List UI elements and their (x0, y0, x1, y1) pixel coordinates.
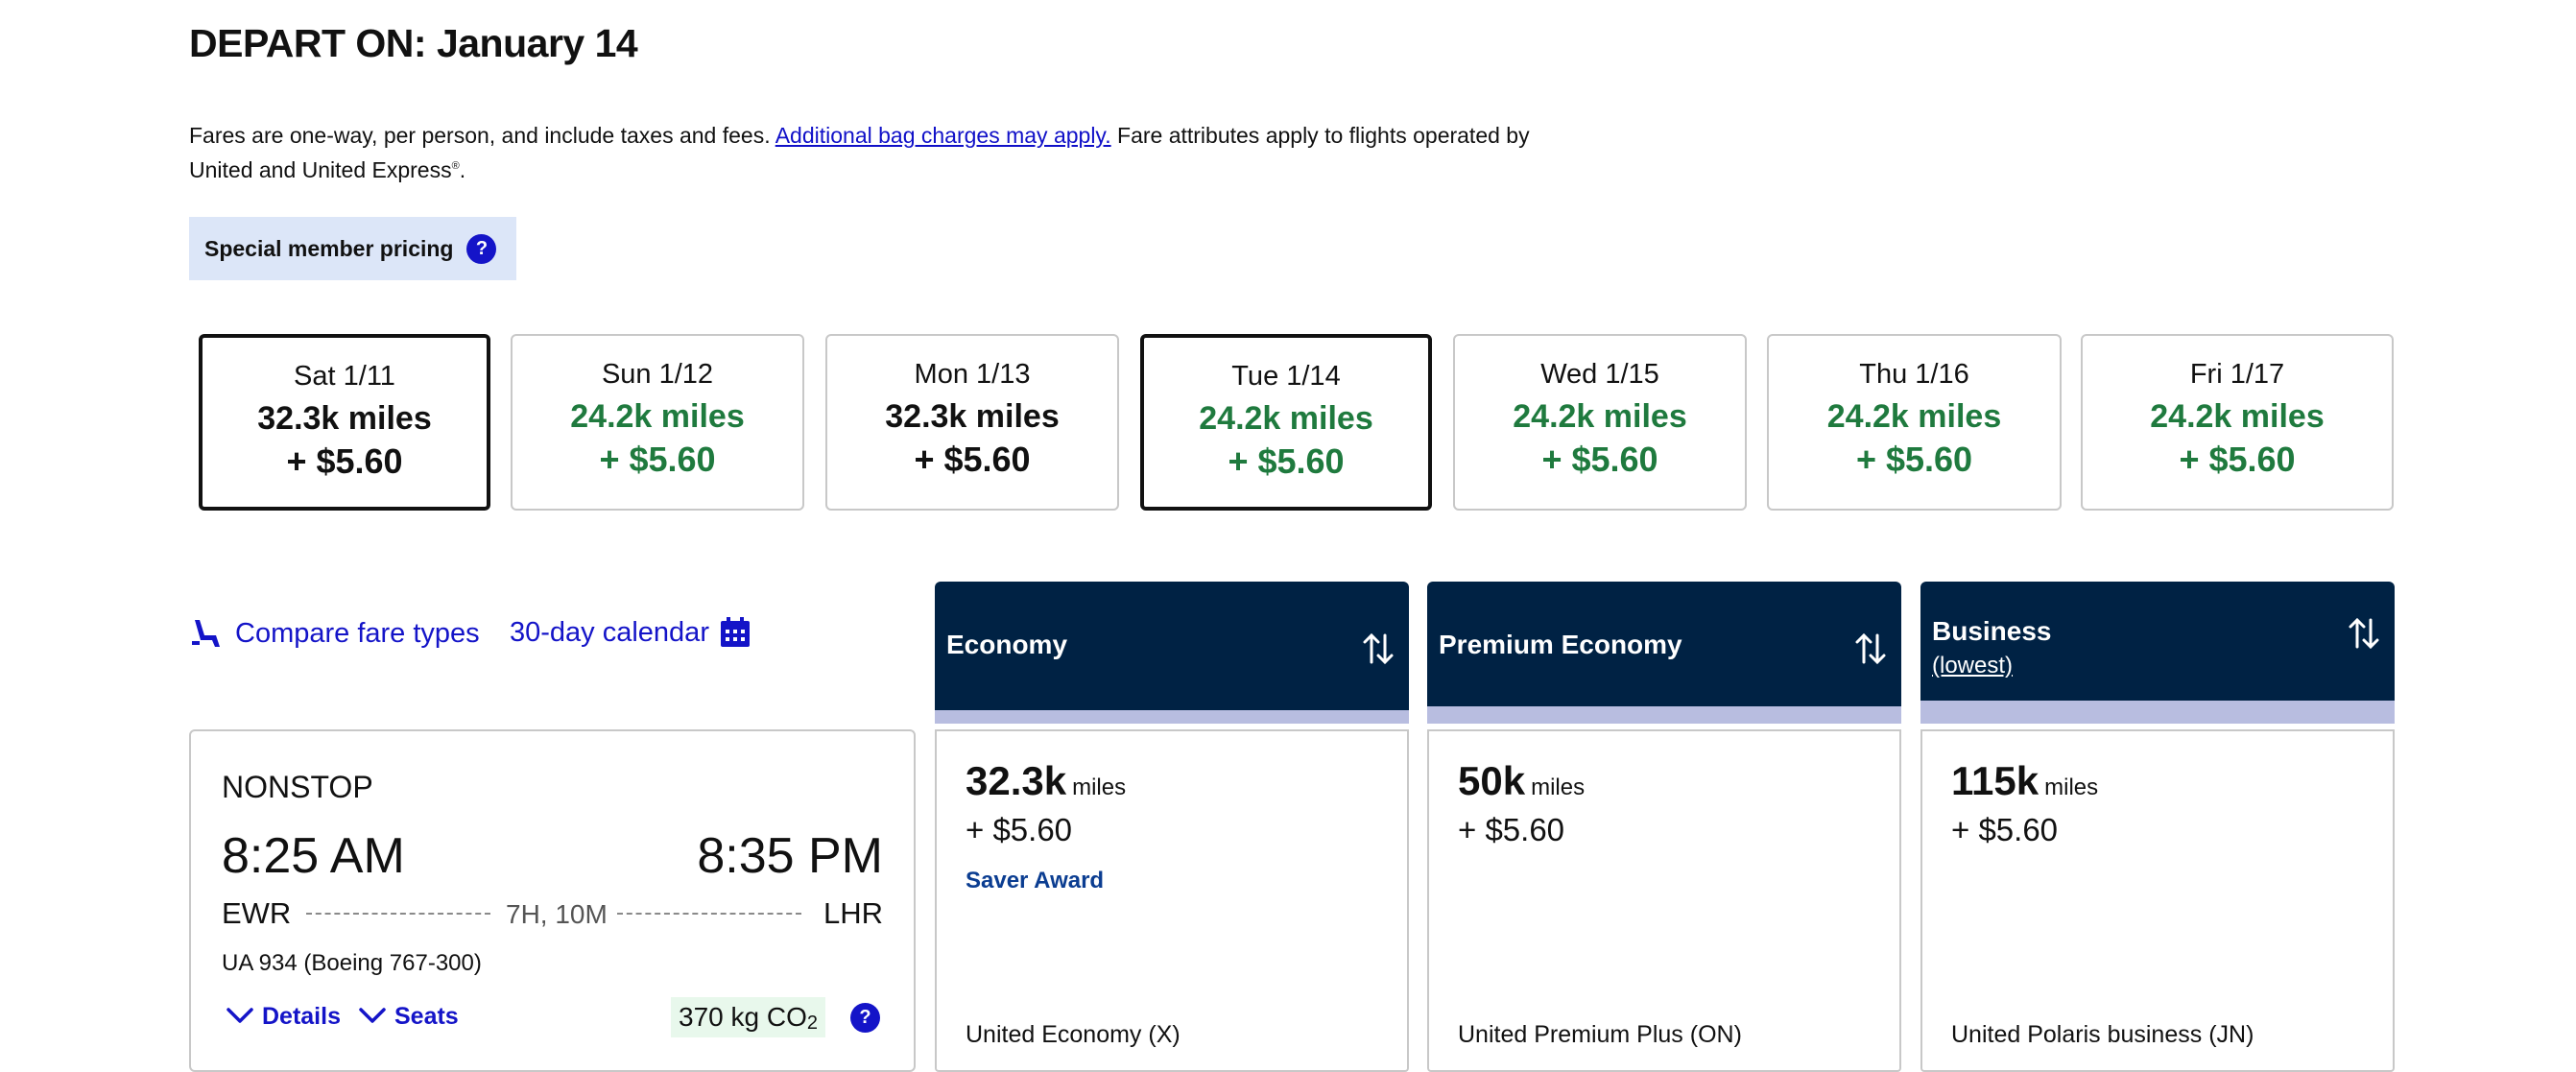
cabin-name: Business (1932, 616, 2052, 646)
fare-info-text: Fares are one-way, per person, and inclu… (189, 118, 1581, 187)
calendar-icon (719, 616, 751, 649)
date-price: + $5.60 (1855, 440, 1973, 479)
date-miles: 32.3k miles (257, 400, 432, 437)
fare-info-part-3: United and United Express (189, 157, 452, 182)
special-member-pricing-label: Special member pricing (204, 235, 454, 261)
date-price: + $5.60 (1228, 441, 1345, 481)
details-toggle[interactable]: Details (226, 1003, 341, 1031)
fare-miles-unit: miles (1531, 774, 1586, 800)
date-label: Tue 1/14 (1231, 361, 1341, 392)
date-label: Thu 1/16 (1859, 359, 1969, 390)
date-label: Sun 1/12 (601, 359, 714, 390)
date-price: + $5.60 (286, 441, 403, 481)
cabin-name: Premium Economy (1439, 630, 1682, 659)
fare-miles-value: 50k (1458, 758, 1526, 803)
cabin-header-band (1920, 701, 2395, 724)
flight-card[interactable]: NONSTOP 8:25 AM 8:35 PM EWR 7H, 10M LHR … (189, 729, 916, 1072)
fare-card-premium-economy[interactable]: 50k miles + $5.60 United Premium Plus (ON… (1427, 729, 1901, 1072)
page-title: DEPART ON: January 14 (189, 21, 638, 65)
fare-miles: 50k miles (1458, 758, 1871, 804)
date-label: Sat 1/11 (294, 361, 395, 392)
stops-label: NONSTOP (222, 770, 373, 804)
date-miles: 32.3k miles (885, 398, 1060, 435)
special-member-pricing-badge: Special member pricing ? (189, 217, 516, 280)
flight-duration: 7H, 10M (506, 899, 608, 929)
origin-airport: EWR (222, 896, 292, 930)
co2-help-icon[interactable]: ? (850, 1003, 880, 1033)
fare-card-economy[interactable]: 32.3k miles + $5.60 Saver Award United Ec… (935, 729, 1409, 1072)
fare-miles-unit: miles (1072, 774, 1127, 800)
co2-emissions-badge: 370 kg CO 2 (671, 997, 825, 1037)
cabin-header-band (935, 710, 1409, 724)
fare-info-part-4: . (459, 157, 466, 182)
destination-airport: LHR (823, 896, 883, 930)
date-price: + $5.60 (914, 440, 1031, 479)
fare-card-business[interactable]: 115k miles + $5.60 United Polaris busines… (1920, 729, 2395, 1072)
date-label: Fri 1/17 (2189, 359, 2285, 390)
details-label: Details (262, 1003, 341, 1030)
date-price: + $5.60 (599, 440, 716, 479)
date-card-thu-1-16[interactable]: Thu 1/16 24.2k miles + $5.60 (1767, 334, 2062, 511)
date-miles: 24.2k miles (1199, 400, 1373, 437)
seats-toggle[interactable]: Seats (358, 1003, 459, 1031)
flight-number: UA 934 (Boeing 767-300) (222, 950, 482, 976)
cabin-header-band (1427, 706, 1901, 724)
bag-charges-link[interactable]: Additional bag charges may apply. (775, 123, 1111, 148)
compare-fare-types-link[interactable]: Compare fare types (189, 616, 480, 651)
date-card-sat-1-11[interactable]: Sat 1/11 32.3k miles + $5.60 (199, 334, 490, 511)
fare-miles: 32.3k miles (966, 758, 1378, 804)
cabin-sub-label[interactable]: (lowest) (1932, 653, 2383, 679)
date-miles: 24.2k miles (1513, 398, 1687, 435)
seats-label: Seats (394, 1003, 459, 1030)
date-price: + $5.60 (1541, 440, 1658, 479)
fare-miles: 115k miles (1951, 758, 2364, 804)
fare-price: + $5.60 (966, 812, 1073, 847)
seat-icon (189, 616, 224, 651)
fare-price: + $5.60 (1951, 812, 2059, 847)
sort-icon[interactable] (1851, 630, 1890, 673)
fare-miles-value: 32.3k (966, 758, 1067, 803)
fare-miles-value: 115k (1951, 758, 2039, 803)
cabin-header-premium-economy[interactable]: Premium Economy (1427, 582, 1901, 724)
date-card-sun-1-12[interactable]: Sun 1/12 24.2k miles + $5.60 (511, 334, 804, 511)
chevron-down-icon (358, 1003, 387, 1031)
fare-info-part-2: Fare attributes apply to flights operate… (1110, 123, 1530, 148)
date-miles: 24.2k miles (570, 398, 745, 435)
cabin-header-economy[interactable]: Economy (935, 582, 1409, 724)
fare-price: + $5.60 (1458, 812, 1565, 847)
fare-class-name: United Premium Plus (ON) (1458, 1021, 1742, 1048)
fare-info-part-1: Fares are one-way, per person, and inclu… (189, 123, 775, 148)
chevron-down-icon (226, 1003, 254, 1031)
date-label: Mon 1/13 (914, 359, 1031, 390)
co2-value: 370 kg CO (679, 1002, 807, 1032)
date-miles: 24.2k miles (2150, 398, 2325, 435)
route-line-right (617, 913, 801, 915)
sort-icon[interactable] (1359, 630, 1397, 673)
registered-mark: ® (451, 160, 460, 172)
help-icon[interactable]: ? (466, 233, 497, 264)
depart-time: 8:25 AM (222, 828, 405, 884)
date-card-mon-1-13[interactable]: Mon 1/13 32.3k miles + $5.60 (825, 334, 1119, 511)
date-miles: 24.2k miles (1826, 398, 2002, 435)
thirty-day-calendar-label: 30-day calendar (510, 616, 709, 648)
arrive-time: 8:35 PM (697, 828, 883, 884)
date-card-wed-1-15[interactable]: Wed 1/15 24.2k miles + $5.60 (1453, 334, 1747, 511)
saver-award-label: Saver Award (966, 868, 1105, 893)
date-card-tue-1-14[interactable]: Tue 1/14 24.2k miles + $5.60 (1140, 334, 1432, 511)
thirty-day-calendar-link[interactable]: 30-day calendar (510, 616, 751, 649)
date-card-fri-1-17[interactable]: Fri 1/17 24.2k miles + $5.60 (2081, 334, 2394, 511)
date-price: + $5.60 (2179, 440, 2296, 479)
co2-subscript: 2 (806, 1012, 818, 1034)
route-line-left (306, 913, 490, 915)
sort-icon[interactable] (2345, 614, 2383, 657)
compare-fare-types-label: Compare fare types (235, 617, 480, 649)
cabin-name: Economy (946, 630, 1068, 659)
fare-class-name: United Polaris business (JN) (1951, 1021, 2254, 1048)
date-label: Wed 1/15 (1540, 359, 1659, 390)
cabin-header-business[interactable]: Business (lowest) (1920, 582, 2395, 724)
fare-class-name: United Economy (X) (966, 1021, 1181, 1048)
fare-miles-unit: miles (2044, 774, 2099, 800)
